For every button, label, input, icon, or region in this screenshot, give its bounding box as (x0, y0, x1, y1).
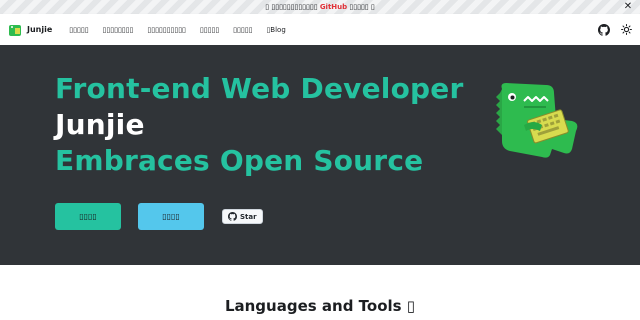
announcement-prefix: ▯ ▯▯▯▯▯▯▯▯▯▯▯▯ (265, 3, 320, 11)
hero-buttons: ▯▯▯▯ ▯▯▯▯ Star (55, 203, 263, 230)
navbar: Junjie ▯▯▯▯▯ ▯▯▯▯▯▯▯▯ ▯▯▯▯▯▯▯▯▯▯ ▯▯▯▯▯ ▯… (0, 14, 640, 45)
hero-title-line-3: Embraces Open Source (55, 144, 424, 177)
github-link[interactable]: GitHub (320, 3, 347, 11)
secondary-button[interactable]: ▯▯▯▯ (138, 203, 204, 230)
section-title: Languages and Tools ▯ (224, 297, 416, 315)
star-label: Star (240, 212, 257, 221)
brand-name: Junjie (27, 25, 53, 34)
hero-title: Front-end Web Developer Junjie Embraces … (55, 71, 463, 179)
nav-item-5[interactable]: ▯▯▯▯▯ (233, 26, 252, 34)
hero-title-line-1: Front-end Web Developer (55, 72, 464, 105)
nav-item-3[interactable]: ▯▯▯▯▯▯▯▯▯▯ (147, 26, 186, 34)
github-icon (228, 212, 237, 221)
nav-item-4[interactable]: ▯▯▯▯▯ (200, 26, 219, 34)
hero-section: Front-end Web Developer Junjie Embraces … (0, 45, 640, 265)
brand-link[interactable]: Junjie (8, 23, 52, 37)
nav-item-2[interactable]: ▯▯▯▯▯▯▯▯ (103, 26, 134, 34)
primary-button[interactable]: ▯▯▯▯ (55, 203, 121, 230)
theme-toggle-icon[interactable] (620, 24, 632, 36)
logo-icon (9, 24, 21, 36)
hero-title-line-2: Junjie (55, 108, 145, 141)
nav-right (598, 23, 632, 36)
close-icon[interactable]: ✕ (622, 1, 634, 13)
nav-item-1[interactable]: ▯▯▯▯▯ (69, 26, 88, 34)
github-icon[interactable] (598, 23, 610, 36)
announcement-suffix: ▯▯▯▯▯ ▯ (347, 3, 375, 11)
mascot-illustration (496, 83, 578, 158)
nav-item-blog[interactable]: ▯Blog (266, 26, 285, 34)
announcement-bar: ▯ ▯▯▯▯▯▯▯▯▯▯▯▯ GitHub ▯▯▯▯▯ ▯ ✕ (0, 0, 640, 14)
github-star-button[interactable]: Star (222, 209, 263, 224)
